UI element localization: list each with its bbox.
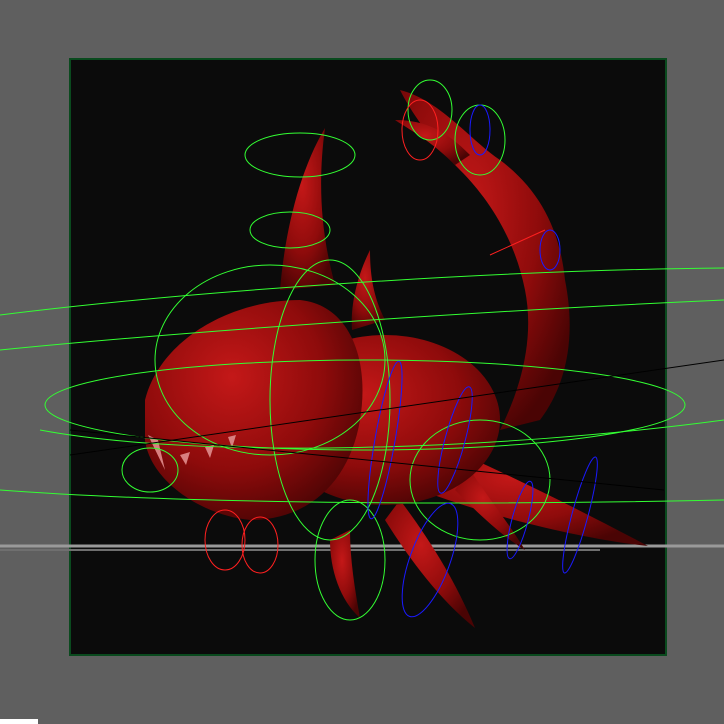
corner-marker — [0, 719, 38, 724]
viewport-scene[interactable] — [0, 0, 724, 724]
